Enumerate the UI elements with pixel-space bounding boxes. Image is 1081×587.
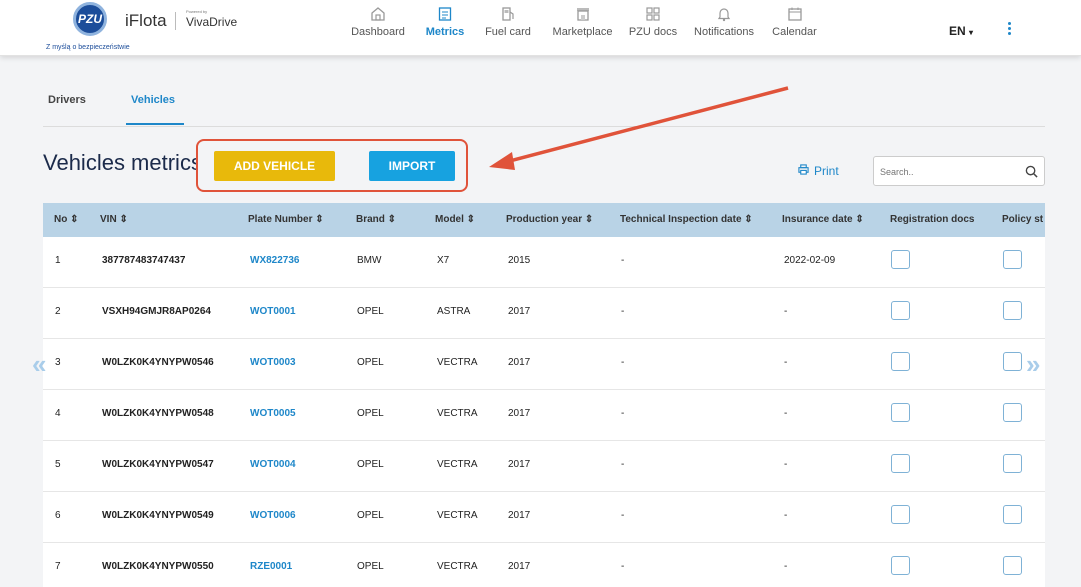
cell-model: VECTRA — [437, 510, 478, 521]
cell-vin: W0LZK0K4YNYPW0549 — [102, 510, 214, 521]
column-header-brand[interactable]: Brand ⇕ — [356, 214, 396, 225]
policy-status-checkbox[interactable] — [1003, 250, 1022, 269]
cell-brand: OPEL — [357, 561, 384, 572]
scroll-right-icon[interactable]: » — [1026, 349, 1040, 380]
cell-vin: W0LZK0K4YNYPW0546 — [102, 357, 214, 368]
column-header-production-year[interactable]: Production year ⇕ — [506, 214, 593, 225]
policy-status-checkbox[interactable] — [1003, 352, 1022, 371]
registration-docs-checkbox[interactable] — [891, 352, 910, 371]
column-header-insurance-date[interactable]: Insurance date ⇕ — [782, 214, 864, 225]
cell-model: VECTRA — [437, 408, 478, 419]
cell-inspection-date: - — [621, 459, 625, 470]
policy-status-checkbox[interactable] — [1003, 301, 1022, 320]
cell-inspection-date: - — [621, 306, 625, 317]
table-row[interactable]: 2 VSXH94GMJR8AP0264 WOT0001 OPEL ASTRA 2017 - - — [43, 288, 1045, 339]
policy-status-checkbox[interactable] — [1003, 556, 1022, 575]
table-row[interactable]: 3 W0LZK0K4YNYPW0546 WOT0003 OPEL VECTRA 2017 -… — [43, 339, 1045, 390]
cell-model: ASTRA — [437, 306, 471, 317]
cell-plate-number[interactable]: WOT0003 — [250, 357, 296, 368]
registration-docs-checkbox[interactable] — [891, 250, 910, 269]
cell-insurance-date: - — [784, 306, 788, 317]
registration-docs-checkbox[interactable] — [891, 556, 910, 575]
printer-icon — [798, 164, 809, 175]
cell-production-year: 2017 — [508, 408, 531, 419]
column-header-policy-status: Policy st — [1002, 214, 1044, 225]
cell-model: VECTRA — [437, 459, 478, 470]
cell-inspection-date: - — [621, 561, 625, 572]
cell-no: 7 — [55, 561, 61, 572]
cell-insurance-date: - — [784, 357, 788, 368]
policy-status-checkbox[interactable] — [1003, 505, 1022, 524]
cell-insurance-date: - — [784, 408, 788, 419]
registration-docs-checkbox[interactable] — [891, 403, 910, 422]
scroll-left-icon[interactable]: « — [32, 349, 46, 380]
registration-docs-checkbox[interactable] — [891, 301, 910, 320]
cell-brand: OPEL — [357, 357, 384, 368]
cell-no: 4 — [55, 408, 61, 419]
policy-status-checkbox[interactable] — [1003, 403, 1022, 422]
cell-insurance-date: - — [784, 459, 788, 470]
cell-insurance-date: - — [784, 561, 788, 572]
cell-model: X7 — [437, 255, 450, 266]
column-header-plate[interactable]: Plate Number ⇕ — [248, 214, 324, 225]
cell-no: 3 — [55, 357, 61, 368]
cell-vin: W0LZK0K4YNYPW0547 — [102, 459, 214, 470]
cell-no: 5 — [55, 459, 61, 470]
cell-plate-number[interactable]: WOT0001 — [250, 306, 296, 317]
cell-plate-number[interactable]: WOT0005 — [250, 408, 296, 419]
print-button[interactable]: Print — [798, 164, 839, 178]
cell-vin: 387787483747437 — [102, 255, 186, 266]
cell-vin: W0LZK0K4YNYPW0548 — [102, 408, 214, 419]
cell-vin: W0LZK0K4YNYPW0550 — [102, 561, 214, 572]
print-label: Print — [814, 164, 839, 178]
cell-inspection-date: - — [621, 255, 625, 266]
table-row[interactable]: 7 W0LZK0K4YNYPW0550 RZE0001 OPEL VECTRA 2017 -… — [43, 543, 1045, 587]
search-icon[interactable] — [1025, 165, 1038, 178]
vehicles-table: No ⇕ VIN ⇕ Plate Number ⇕ Brand ⇕ Model … — [43, 203, 1045, 587]
cell-production-year: 2015 — [508, 255, 531, 266]
cell-production-year: 2017 — [508, 357, 531, 368]
cell-no: 1 — [55, 255, 61, 266]
cell-insurance-date: - — [784, 510, 788, 521]
table-row[interactable]: 5 W0LZK0K4YNYPW0547 WOT0004 OPEL VECTRA 2017 -… — [43, 441, 1045, 492]
table-row[interactable]: 6 W0LZK0K4YNYPW0549 WOT0006 OPEL VECTRA 2017 -… — [43, 492, 1045, 543]
table-row[interactable]: 4 W0LZK0K4YNYPW0548 WOT0005 OPEL VECTRA 2017 -… — [43, 390, 1045, 441]
registration-docs-checkbox[interactable] — [891, 505, 910, 524]
policy-status-checkbox[interactable] — [1003, 454, 1022, 473]
registration-docs-checkbox[interactable] — [891, 454, 910, 473]
cell-brand: BMW — [357, 255, 382, 266]
cell-no: 2 — [55, 306, 61, 317]
column-header-registration-docs: Registration docs — [890, 214, 975, 225]
cell-plate-number[interactable]: WOT0004 — [250, 459, 296, 470]
table-row[interactable]: 1 387787483747437 WX822736 BMW X7 2015 - 2022-0… — [43, 237, 1045, 288]
cell-brand: OPEL — [357, 306, 384, 317]
cell-inspection-date: - — [621, 510, 625, 521]
cell-brand: OPEL — [357, 408, 384, 419]
cell-production-year: 2017 — [508, 306, 531, 317]
cell-plate-number[interactable]: RZE0001 — [250, 561, 292, 572]
cell-brand: OPEL — [357, 459, 384, 470]
cell-inspection-date: - — [621, 408, 625, 419]
column-header-model[interactable]: Model ⇕ — [435, 214, 475, 225]
cell-brand: OPEL — [357, 510, 384, 521]
cell-model: VECTRA — [437, 357, 478, 368]
cell-plate-number[interactable]: WOT0006 — [250, 510, 296, 521]
column-header-no[interactable]: No ⇕ — [54, 214, 79, 225]
cell-no: 6 — [55, 510, 61, 521]
column-header-inspection-date[interactable]: Technical Inspection date ⇕ — [620, 214, 753, 225]
cell-vin: VSXH94GMJR8AP0264 — [102, 306, 211, 317]
table-header: No ⇕ VIN ⇕ Plate Number ⇕ Brand ⇕ Model … — [43, 203, 1045, 237]
cell-production-year: 2017 — [508, 561, 531, 572]
cell-inspection-date: - — [621, 357, 625, 368]
search-input[interactable] — [880, 163, 1020, 181]
cell-model: VECTRA — [437, 561, 478, 572]
cell-plate-number[interactable]: WX822736 — [250, 255, 299, 266]
cell-insurance-date: 2022-02-09 — [784, 255, 836, 266]
cell-production-year: 2017 — [508, 459, 531, 470]
search-box[interactable] — [873, 156, 1045, 186]
column-header-vin[interactable]: VIN ⇕ — [100, 214, 128, 225]
cell-production-year: 2017 — [508, 510, 531, 521]
